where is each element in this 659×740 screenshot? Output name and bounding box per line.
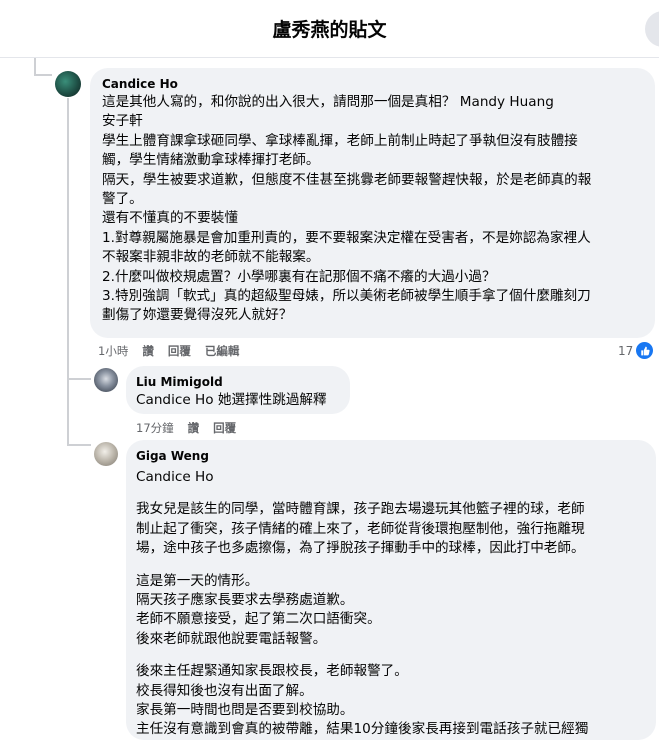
avatar-giga-weng[interactable] xyxy=(94,442,118,466)
comment-line: 校長得知後也沒有出面了解。 xyxy=(136,682,313,699)
comment-text: Candice Ho 她選擇性跳過解釋 xyxy=(136,392,327,408)
comment-line: 不報案非親非故的老師就不能報案。 xyxy=(102,249,320,266)
comment-bubble-candice: Candice Ho 這是其他人寫的，和你說的出入很大，請問那一個是真相？ Ma… xyxy=(90,68,655,338)
comment-actions: 17分鐘 讚 回覆 xyxy=(136,420,236,436)
comment-author[interactable]: Candice Ho xyxy=(102,76,643,92)
comment-line: 家長第一時間也問是否要到校協助。 xyxy=(136,702,354,719)
post-title: 盧秀燕的貼文 xyxy=(272,19,387,41)
avatar-liu-mimigold[interactable] xyxy=(94,368,118,392)
thread-connector-curve xyxy=(34,74,52,76)
reply-button[interactable]: 回覆 xyxy=(168,343,191,359)
comment-mention[interactable]: Candice Ho xyxy=(136,468,646,487)
comment-bubble-liu: Liu Mimigold Candice Ho 她選擇性跳過解釋 xyxy=(126,366,350,414)
comment-time[interactable]: 17分鐘 xyxy=(136,420,174,436)
comment-line: 制止起了衝突，孩子情緒的確上來了，老師從背後環抱壓制他，強行拖離現 xyxy=(136,520,585,537)
like-button[interactable]: 讚 xyxy=(188,420,200,436)
thread-branch-1 xyxy=(67,378,91,380)
comment-line: 後來老師就跟他說要電話報警。 xyxy=(136,630,327,647)
comment-line: 這是其他人寫的，和你說的出入很大，請問那一個是真相？ Mandy Huang xyxy=(102,94,554,110)
comment-line: 還有不懂真的不要裝懂 xyxy=(102,210,238,227)
comment-line: 這是第一天的情形。 xyxy=(136,572,259,589)
comment-line: 劃傷了妳還要覺得沒死人就好？ xyxy=(102,307,293,324)
post-header: 盧秀燕的貼文 xyxy=(0,0,659,58)
comment-line: 2.什麼叫做校規處置？小學哪裏有在記那個不痛不癢的大過小過？ xyxy=(102,268,496,285)
comment-text: 這是其他人寫的，和你說的出入很大，請問那一個是真相？ Mandy Huang 安… xyxy=(102,93,643,326)
comment-author[interactable]: Liu Mimigold xyxy=(136,374,340,390)
comment-line: 隔天孩子應家長要求去學務處道歉。 xyxy=(136,592,354,609)
thread-branch-2 xyxy=(67,444,91,446)
comment-line: 主任沒有意識到會真的被帶離，結果10分鐘後家長再接到電話孩子就已經獨 xyxy=(136,721,589,738)
reply-button[interactable]: 回覆 xyxy=(213,420,236,436)
comment-bubble-giga: Giga Weng Candice Ho 我女兒是該生的同學，當時體育課，孩子跑… xyxy=(126,440,656,740)
comment-line: 後來主任趕緊通知家長跟校長，老師報警了。 xyxy=(136,663,408,680)
reaction-count[interactable]: 17 xyxy=(618,342,654,359)
thread-line-main xyxy=(67,98,69,444)
comment-actions: 1小時 讚 回覆 已編輯 xyxy=(98,343,239,359)
comment-line: 我女兒是該生的同學，當時體育課，孩子跑去場邊玩其他籃子裡的球，老師 xyxy=(136,501,585,518)
comment-line: 安子軒 xyxy=(102,113,143,130)
comment-line: 學生上體育課拿球砸同學、拿球棒亂揮，老師上前制止時起了爭執但沒有肢體接 xyxy=(102,132,578,149)
edited-label[interactable]: 已編輯 xyxy=(205,343,240,359)
reaction-number: 17 xyxy=(618,343,634,358)
comment-line: 隔天，學生被要求道歉，但態度不佳甚至挑釁老師要報警趕快報，於是老師真的報 xyxy=(102,171,592,188)
close-button[interactable] xyxy=(645,11,659,47)
comment-line: 1.對尊親屬施暴是會加重刑責的，要不要報案決定權在受害者，不是妳認為家裡人 xyxy=(102,229,591,246)
comment-time[interactable]: 1小時 xyxy=(98,343,128,359)
comment-line: 老師不願意接受，起了第二次口語衝突。 xyxy=(136,611,381,628)
comment-text: 我女兒是該生的同學，當時體育課，孩子跑去場邊玩其他籃子裡的球，老師 制止起了衝突… xyxy=(136,500,646,739)
comment-author[interactable]: Giga Weng xyxy=(136,448,646,464)
like-icon xyxy=(636,342,654,359)
comment-line: 警了。 xyxy=(102,191,143,208)
avatar-candice-ho[interactable] xyxy=(55,71,81,97)
comment-line: 場，途中孩子也多處擦傷，為了掙脫孩子揮動手中的球棒，因此打中老師。 xyxy=(136,540,585,557)
comment-line: 3.特別強調「軟式」真的超級聖母婊，所以美術老師被學生順手拿了個什麼雕刻刀 xyxy=(102,288,591,305)
like-button[interactable]: 讚 xyxy=(142,343,154,359)
comment-line: 觸，學生情緒激動拿球棒揮打老師。 xyxy=(102,152,320,169)
